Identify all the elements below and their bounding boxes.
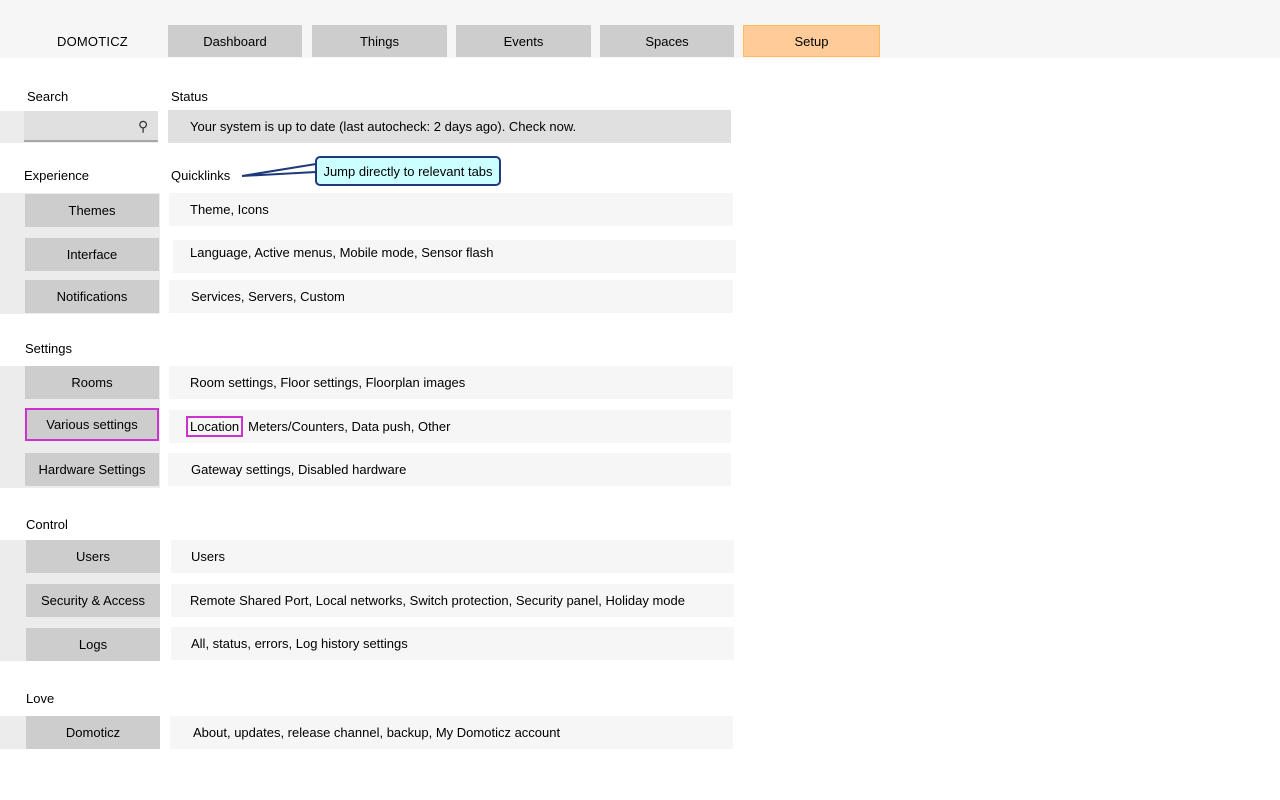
- quicklinks-row-various-settings[interactable]: Location Meters/Counters, Data push, Oth…: [169, 410, 731, 443]
- search-label: Search: [27, 89, 69, 104]
- nav-hardware-settings-button[interactable]: Hardware Settings: [25, 453, 159, 486]
- quicklinks-row-notifications[interactable]: Services, Servers, Custom: [169, 280, 733, 313]
- search-icon[interactable]: ⚲: [138, 118, 148, 135]
- nav-users-button[interactable]: Users: [26, 540, 160, 573]
- nav-notifications-button[interactable]: Notifications: [25, 280, 159, 313]
- nav-security-access-button[interactable]: Security & Access: [26, 584, 160, 617]
- quicklinks-row-hardware[interactable]: Gateway settings, Disabled hardware: [168, 453, 731, 486]
- quicklinks-row-users[interactable]: Users: [171, 540, 734, 573]
- quicklinks-callout: Jump directly to relevant tabs: [315, 156, 501, 186]
- quicklinks-row-domoticz[interactable]: About, updates, release channel, backup,…: [170, 716, 733, 749]
- nav-rooms-button[interactable]: Rooms: [25, 366, 159, 399]
- app-logo: DOMOTICZ: [57, 34, 128, 49]
- quicklink-location[interactable]: Location: [186, 416, 244, 437]
- quicklinks-label: Quicklinks: [171, 168, 231, 183]
- quicklinks-row-interface[interactable]: Language, Active menus, Mobile mode, Sen…: [173, 240, 736, 273]
- tab-dashboard[interactable]: Dashboard: [168, 25, 302, 57]
- status-label: Status: [171, 89, 208, 104]
- tab-spaces[interactable]: Spaces: [600, 25, 734, 57]
- status-message[interactable]: Your system is up to date (last autochec…: [168, 110, 731, 143]
- nav-domoticz-button[interactable]: Domoticz: [26, 716, 160, 749]
- nav-interface-button[interactable]: Interface: [25, 238, 159, 271]
- nav-logs-button[interactable]: Logs: [26, 628, 160, 661]
- section-love-label: Love: [26, 691, 55, 706]
- section-experience-label: Experience: [24, 168, 90, 183]
- quicklinks-row-rooms[interactable]: Room settings, Floor settings, Floorplan…: [169, 366, 733, 399]
- quicklinks-various-rest[interactable]: Meters/Counters, Data push, Other: [248, 419, 450, 434]
- nav-themes-button[interactable]: Themes: [25, 194, 159, 227]
- tab-setup[interactable]: Setup: [743, 25, 880, 57]
- section-settings-label: Settings: [25, 341, 72, 356]
- quicklinks-row-themes[interactable]: Theme, Icons: [169, 193, 733, 226]
- nav-various-settings-button[interactable]: Various settings: [25, 408, 159, 441]
- callout-pointer: [241, 163, 317, 177]
- tab-events[interactable]: Events: [456, 25, 591, 57]
- tab-things[interactable]: Things: [312, 25, 447, 57]
- quicklinks-row-logs[interactable]: All, status, errors, Log history setting…: [171, 627, 734, 660]
- section-control-label: Control: [26, 517, 68, 532]
- quicklinks-row-security[interactable]: Remote Shared Port, Local networks, Swit…: [171, 584, 734, 617]
